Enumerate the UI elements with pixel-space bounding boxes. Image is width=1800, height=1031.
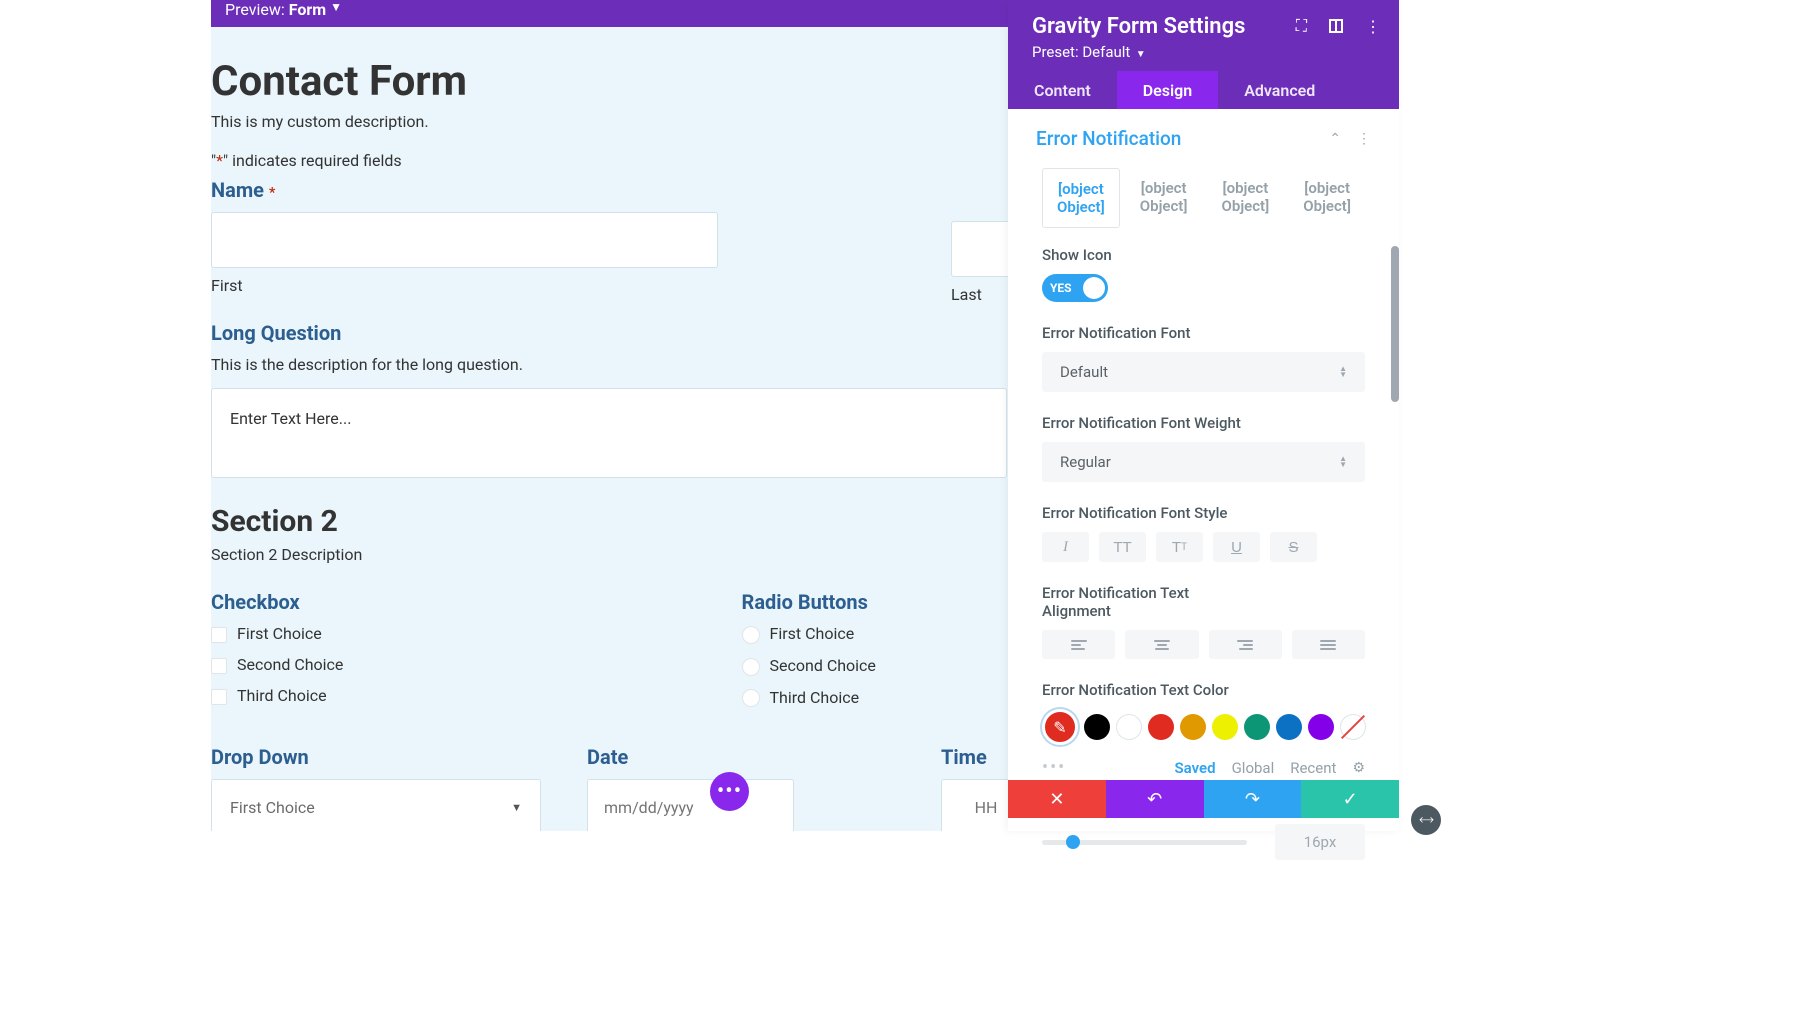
align-center-button[interactable] bbox=[1125, 630, 1198, 659]
color-picker-button[interactable]: ✎ bbox=[1042, 709, 1078, 745]
alignment-buttons bbox=[1042, 630, 1365, 659]
panel-header: Gravity Form Settings Preset: Default ▼ … bbox=[1008, 0, 1399, 71]
sub-tab[interactable]: [object Object] bbox=[1289, 168, 1365, 228]
sub-tab[interactable]: [object Object] bbox=[1042, 168, 1120, 228]
save-button[interactable]: ✓ bbox=[1301, 780, 1399, 818]
sub-tab[interactable]: [object Object] bbox=[1126, 168, 1202, 228]
expand-icon[interactable]: ⛶ bbox=[1296, 16, 1307, 36]
color-tab-saved[interactable]: Saved bbox=[1175, 759, 1216, 777]
gear-icon[interactable]: ⚙ bbox=[1352, 760, 1365, 776]
font-weight-label: Error Notification Font Weight bbox=[1042, 414, 1365, 432]
color-swatch[interactable] bbox=[1244, 714, 1270, 740]
eyedropper-icon: ✎ bbox=[1053, 718, 1066, 737]
show-icon-toggle[interactable]: YES bbox=[1042, 274, 1108, 302]
select-arrows-icon: ▲▼ bbox=[1339, 456, 1347, 468]
italic-button[interactable]: I bbox=[1042, 532, 1089, 562]
action-bar: ✕ ↶ ↷ ✓ bbox=[1008, 780, 1399, 818]
main-tabs: Content Design Advanced bbox=[1008, 71, 1399, 109]
preview-bar[interactable]: Preview: Form ▼ bbox=[211, 0, 1008, 27]
chevron-down-icon: ▼ bbox=[511, 801, 522, 814]
checkbox-label: Checkbox bbox=[211, 590, 718, 614]
close-button[interactable]: ✕ bbox=[1008, 780, 1106, 818]
redo-button[interactable]: ↷ bbox=[1204, 780, 1302, 818]
more-colors-icon[interactable]: ••• bbox=[1042, 757, 1066, 778]
dropdown-label: Drop Down bbox=[211, 745, 563, 769]
section-title: Error Notification bbox=[1036, 127, 1181, 150]
text-color-label: Error Notification Text Color bbox=[1042, 681, 1365, 699]
color-swatch[interactable] bbox=[1276, 714, 1302, 740]
color-tab-recent[interactable]: Recent bbox=[1290, 759, 1336, 777]
panel-preset[interactable]: Preset: Default ▼ bbox=[1032, 43, 1375, 61]
text-size-slider[interactable] bbox=[1042, 840, 1247, 845]
section-more-icon[interactable]: ⋮ bbox=[1357, 131, 1371, 147]
underline-button[interactable]: U bbox=[1213, 532, 1260, 562]
section-header[interactable]: Error Notification ⌃ ⋮ bbox=[1008, 109, 1399, 168]
sub-tabs: [object Object] [object Object] [object … bbox=[1042, 168, 1365, 228]
more-icon[interactable]: ⋮ bbox=[1365, 17, 1381, 36]
select-arrows-icon: ▲▼ bbox=[1339, 366, 1347, 378]
color-swatch[interactable] bbox=[1308, 714, 1334, 740]
tab-advanced[interactable]: Advanced bbox=[1218, 71, 1341, 109]
align-right-button[interactable] bbox=[1209, 630, 1282, 659]
align-left-button[interactable] bbox=[1042, 630, 1115, 659]
show-icon-label: Show Icon bbox=[1042, 246, 1365, 264]
tab-content[interactable]: Content bbox=[1008, 71, 1117, 109]
undo-button[interactable]: ↶ bbox=[1106, 780, 1204, 818]
checkbox-choice[interactable]: First Choice bbox=[211, 624, 718, 643]
collapse-icon[interactable]: ⌃ bbox=[1329, 131, 1341, 147]
settings-panel: Gravity Form Settings Preset: Default ▼ … bbox=[1008, 0, 1399, 831]
expand-handle[interactable]: ⤢ bbox=[1405, 799, 1447, 841]
font-weight-select[interactable]: Regular ▲▼ bbox=[1042, 442, 1365, 482]
color-tab-global[interactable]: Global bbox=[1232, 759, 1275, 777]
color-swatch-none[interactable] bbox=[1340, 714, 1366, 740]
color-swatch[interactable] bbox=[1148, 714, 1174, 740]
font-select[interactable]: Default ▲▼ bbox=[1042, 352, 1365, 392]
color-swatch[interactable] bbox=[1084, 714, 1110, 740]
font-label: Error Notification Font bbox=[1042, 324, 1365, 342]
align-justify-button[interactable] bbox=[1292, 630, 1365, 659]
color-swatch[interactable] bbox=[1116, 714, 1142, 740]
color-swatches: ✎ bbox=[1042, 709, 1365, 745]
smallcaps-button[interactable]: TT bbox=[1156, 532, 1203, 562]
fab-more-button[interactable]: ••• bbox=[710, 772, 749, 811]
tab-design[interactable]: Design bbox=[1117, 71, 1218, 109]
checkbox-choice[interactable]: Third Choice bbox=[211, 686, 718, 705]
strikethrough-button[interactable]: S bbox=[1270, 532, 1317, 562]
checkbox-choice[interactable]: Second Choice bbox=[211, 655, 718, 674]
date-input[interactable] bbox=[587, 779, 794, 831]
preview-mode: Form bbox=[289, 0, 326, 19]
font-style-buttons: I TT TT U S bbox=[1042, 532, 1365, 562]
color-swatch[interactable] bbox=[1180, 714, 1206, 740]
font-style-label: Error Notification Font Style bbox=[1042, 504, 1365, 522]
color-tabs: Saved Global Recent ⚙ bbox=[1175, 759, 1365, 777]
text-size-input[interactable]: 16px bbox=[1275, 824, 1365, 860]
chevron-down-icon: ▼ bbox=[330, 0, 342, 14]
long-question-textarea[interactable]: Enter Text Here... bbox=[211, 388, 1007, 478]
dropdown-select[interactable]: First Choice ▼ bbox=[211, 779, 541, 831]
scrollbar-thumb[interactable] bbox=[1391, 246, 1399, 402]
alignment-label: Error Notification Text Alignment bbox=[1042, 584, 1202, 620]
toggle-columns-icon[interactable] bbox=[1329, 19, 1343, 33]
uppercase-button[interactable]: TT bbox=[1099, 532, 1146, 562]
preview-label: Preview: bbox=[225, 0, 285, 19]
sub-tab[interactable]: [object Object] bbox=[1208, 168, 1284, 228]
color-swatch[interactable] bbox=[1212, 714, 1238, 740]
date-label: Date bbox=[587, 745, 917, 769]
